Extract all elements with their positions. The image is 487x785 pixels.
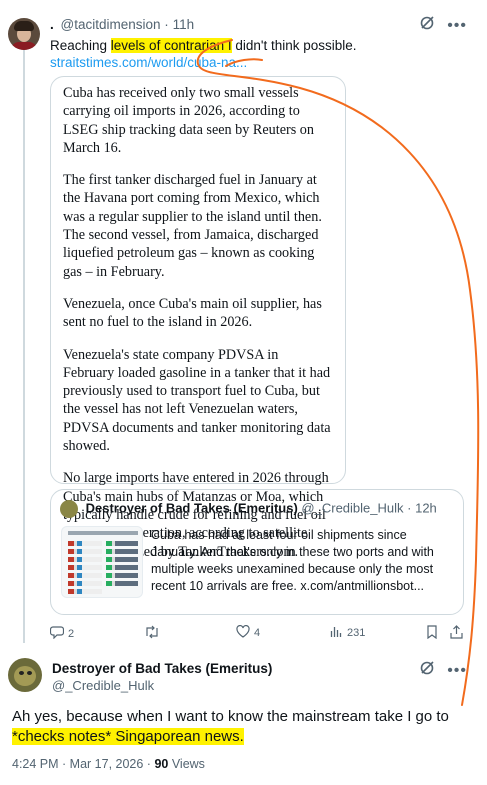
like-button[interactable]: 4 <box>236 624 261 641</box>
bookmark-icon <box>426 625 438 642</box>
display-name[interactable]: . <box>50 17 54 32</box>
thread-line <box>23 48 25 643</box>
share-icon <box>450 625 463 642</box>
post-header-actions: ••• <box>419 15 467 36</box>
reply-header: Destroyer of Bad Takes (Emeritus) @_Cred… <box>52 661 272 693</box>
article-link[interactable]: straitstimes.com/world/cuba-na... <box>50 55 247 70</box>
views-button[interactable]: 231 <box>330 625 365 641</box>
post-text-end: didn't think possible. <box>231 38 357 53</box>
quote-handle: @_Credible_Hulk <box>301 500 404 516</box>
views-icon <box>330 625 343 641</box>
grok-icon[interactable] <box>419 15 435 36</box>
highlighted-text: *checks notes* Singaporean news. <box>12 728 244 745</box>
reply-text: Ah yes, because when I want to know the … <box>12 707 472 747</box>
views-count: 90 <box>154 757 169 771</box>
repost-icon <box>144 625 160 642</box>
repost-button[interactable] <box>144 625 164 642</box>
quoted-post[interactable]: Destroyer of Bad Takes (Emeritus) @_Cred… <box>50 489 464 615</box>
quote-display-name: Destroyer of Bad Takes (Emeritus) <box>85 500 298 516</box>
quote-thumbnail[interactable] <box>61 526 143 598</box>
post-header: . @tacitdimension · 11h <box>50 17 194 32</box>
post-meta: 4:24 PM · Mar 17, 2026 · 90 Views <box>12 757 205 771</box>
reply-icon <box>49 625 65 642</box>
grok-icon[interactable] <box>419 660 435 681</box>
bookmark-button[interactable] <box>426 625 438 642</box>
reply-count: 2 <box>68 627 75 640</box>
article-paragraph: Cuba has received only two small vessels… <box>63 85 314 156</box>
avatar[interactable] <box>8 18 40 50</box>
article-paragraph: Venezuela, once Cuba's main oil supplier… <box>63 295 322 331</box>
separator: · <box>164 17 169 32</box>
article-screenshot[interactable]: Cuba has received only two small vessels… <box>50 76 346 560</box>
more-icon[interactable]: ••• <box>447 17 467 35</box>
post-text-start: Reaching <box>50 38 111 53</box>
quote-timestamp: 12h <box>415 500 437 516</box>
post-text: Reaching levels of contrarian I didn't t… <box>50 37 357 54</box>
reply-display-name[interactable]: Destroyer of Bad Takes (Emeritus) <box>52 661 272 676</box>
views-count: 231 <box>347 627 366 639</box>
reply-button[interactable]: 2 <box>49 625 75 642</box>
quote-text: Cuba has had at least four oil shipments… <box>151 528 434 593</box>
views-label: Views <box>168 757 205 771</box>
timestamp[interactable]: 11h <box>173 17 195 32</box>
avatar[interactable] <box>8 658 42 692</box>
quote-avatar <box>60 500 78 518</box>
share-button[interactable] <box>450 625 463 642</box>
separator: · <box>407 500 412 516</box>
handle[interactable]: @tacitdimension <box>61 17 161 32</box>
heart-icon <box>236 624 250 641</box>
reply-text-start: Ah yes, because when I want to know the … <box>12 708 449 725</box>
reply-handle[interactable]: @_Credible_Hulk <box>52 678 272 693</box>
reply-header-actions: ••• <box>419 660 467 681</box>
highlighted-text: levels of contrarian I <box>110 38 232 53</box>
quote-header: Destroyer of Bad Takes (Emeritus) @_Cred… <box>60 500 437 518</box>
article-paragraph: The first tanker discharged fuel in Janu… <box>63 172 322 280</box>
post-timestamp[interactable]: 4:24 PM · Mar 17, 2026 · <box>12 757 154 771</box>
article-paragraph: Venezuela's state company PDVSA in Febru… <box>63 346 331 455</box>
more-icon[interactable]: ••• <box>447 662 467 680</box>
like-count: 4 <box>254 627 261 639</box>
